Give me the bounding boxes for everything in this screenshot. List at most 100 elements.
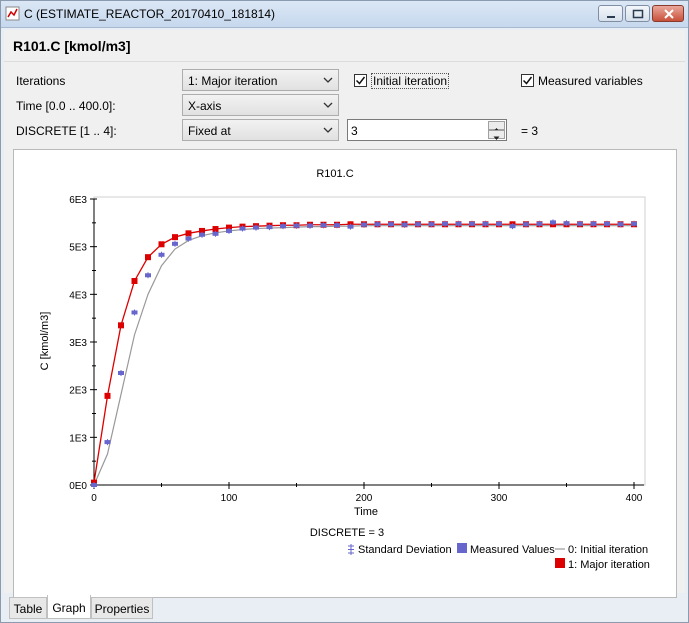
measured-point: [239, 226, 246, 231]
measured-point: [374, 222, 381, 227]
x-axis-label: Time: [354, 506, 378, 518]
major-iteration-point: [118, 322, 124, 329]
time-label: Time [0.0 .. 400.0]:: [16, 99, 116, 113]
measured-point: [172, 241, 178, 246]
series-major-iteration: [91, 221, 637, 486]
initial-iteration-checkbox[interactable]: [354, 74, 367, 87]
chart-svg: R101.C 0E0 1E3 2E3 3E3 4E3 5E3 6E3 0 100 200 300 4…: [39, 168, 650, 571]
discrete-equals: = 3: [521, 124, 539, 138]
measured-point: [401, 222, 408, 227]
spin-up-button[interactable]: [488, 121, 505, 132]
y-axis-label: C [kmol/m3]: [39, 312, 51, 371]
page-title: R101.C [kmol/m3]: [13, 38, 131, 54]
x-tick-label: 400: [626, 493, 643, 504]
chevron-down-icon: [323, 77, 333, 83]
measured-point: [253, 225, 259, 230]
x-axis: 0 100 200 300 400: [91, 482, 644, 504]
measured-variables-checkbox[interactable]: [521, 74, 534, 87]
measured-point: [496, 221, 502, 226]
measured-point: [347, 224, 354, 229]
measured-point: [577, 221, 583, 226]
y-tick-label: 6E3: [69, 195, 87, 206]
tab-properties[interactable]: Properties: [91, 597, 153, 619]
discrete-spinner[interactable]: 3: [347, 119, 507, 141]
discrete-value: Fixed at: [188, 124, 231, 138]
x-tick-label: 300: [491, 493, 508, 504]
y-tick-label: 0E0: [69, 481, 87, 492]
legend-label: 0: Initial iteration: [568, 544, 648, 556]
app-window: C (ESTIMATE_REACTOR_20170410_181814) R10…: [0, 0, 689, 623]
measured-point: [523, 222, 529, 227]
measured-point: [442, 221, 448, 226]
discrete-spinner-value: 3: [351, 124, 358, 138]
window-title: C (ESTIMATE_REACTOR_20170410_181814): [24, 7, 276, 21]
x-tick-label: 200: [356, 493, 373, 504]
major-iteration-line: [93, 223, 634, 483]
discrete-label: DISCRETE [1 .. 4]:: [16, 124, 117, 138]
iterations-select[interactable]: 1: Major iteration: [182, 69, 339, 91]
y-tick-label: 2E3: [69, 386, 87, 397]
measured-point: [280, 224, 286, 229]
x-tick-label: 100: [221, 493, 238, 504]
major-iteration-point: [158, 241, 165, 248]
checkmark-icon: [355, 76, 366, 85]
spin-down-button[interactable]: [488, 130, 505, 140]
measured-point: [604, 221, 610, 226]
main-content: R101.C [kmol/m3] Iterations 1: Major ite…: [4, 30, 685, 598]
arrow-down-icon: [493, 136, 500, 140]
discrete-select[interactable]: Fixed at: [182, 119, 339, 141]
y-tick-label: 4E3: [69, 290, 87, 301]
tab-graph[interactable]: Graph: [47, 595, 91, 619]
measured-point: [118, 370, 124, 375]
time-value: X-axis: [188, 99, 222, 113]
measured-point: [509, 224, 516, 229]
minimize-icon: [607, 16, 615, 18]
major-iteration-point: [185, 230, 192, 237]
minimize-button[interactable]: [598, 5, 623, 22]
title-bar[interactable]: C (ESTIMATE_REACTOR_20170410_181814): [1, 1, 688, 28]
legend-measured: Measured Values: [457, 543, 555, 556]
maximize-button[interactable]: [625, 5, 650, 22]
initial-iteration-label[interactable]: Initial iteration: [371, 73, 450, 89]
measured-point: [617, 222, 624, 227]
measured-point: [469, 221, 475, 226]
measured-point: [293, 223, 300, 228]
time-select[interactable]: X-axis: [182, 94, 339, 116]
plot-area: [93, 196, 646, 486]
chart-title: R101.C: [316, 168, 353, 180]
major-iteration-point: [145, 254, 151, 261]
measured-point: [536, 221, 543, 226]
chart-panel: R101.C 0E0 1E3 2E3 3E3 4E3 5E3 6E3 0 100 200 300 4…: [13, 149, 677, 598]
major-iteration-point: [104, 392, 111, 399]
legend: Standard Deviation Measured Values 0: In…: [348, 543, 650, 571]
measured-point: [320, 223, 327, 228]
close-button[interactable]: [652, 5, 684, 22]
series-measured-values: [91, 219, 637, 488]
tab-table[interactable]: Table: [9, 597, 47, 619]
chevron-down-icon: [323, 102, 333, 108]
measured-swatch: [457, 543, 467, 553]
measured-point: [455, 221, 462, 226]
x-tick-label: 0: [91, 493, 97, 504]
measured-point: [212, 231, 219, 236]
y-axis: 0E0 1E3 2E3 3E3 4E3 5E3 6E3: [69, 195, 97, 492]
measured-point: [482, 221, 489, 226]
measured-point: [334, 223, 340, 228]
series-initial-iteration: [93, 225, 634, 486]
major-iteration-point: [131, 277, 138, 284]
y-tick-label: 1E3: [69, 433, 87, 444]
std-dev-icon: [348, 544, 354, 555]
measured-point: [361, 222, 367, 227]
major-iteration-point: [172, 234, 178, 241]
measured-point: [388, 222, 394, 227]
measured-variables-label[interactable]: Measured variables: [538, 74, 643, 88]
iterations-label: Iterations: [16, 74, 66, 88]
variable-header: R101.C [kmol/m3]: [4, 30, 685, 62]
checkmark-icon: [522, 76, 533, 85]
iterations-value: 1: Major iteration: [188, 74, 278, 88]
legend-label: Measured Values: [470, 544, 555, 556]
close-icon: [664, 9, 674, 19]
measured-point: [563, 221, 570, 226]
measured-point: [158, 252, 165, 257]
measured-point: [226, 228, 232, 233]
